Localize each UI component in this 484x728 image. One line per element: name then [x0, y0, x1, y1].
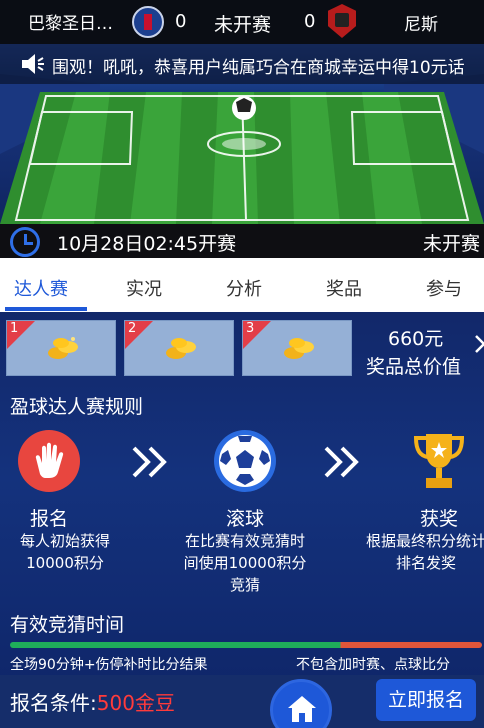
- desc-line: 在比赛有效竞猜时: [184, 532, 305, 550]
- signup-condition-label: 报名条件:: [10, 691, 97, 715]
- prize-total-amount: 660元: [388, 328, 444, 350]
- active-tab-indicator: [5, 307, 87, 311]
- prize-card-3[interactable]: 3: [242, 320, 352, 376]
- home-team-name[interactable]: 巴黎圣日…: [28, 9, 124, 34]
- rules-title: 盈球达人赛规则: [10, 396, 144, 418]
- hand-icon: [18, 430, 80, 492]
- contest-panel: 1 2 3 660元 奖品总价值 盈球达人赛规则 报名 每人初始获得 10000…: [0, 312, 484, 728]
- double-chevron-right-icon: [324, 446, 359, 478]
- desc-line: 竞猜: [229, 576, 260, 594]
- step-prize-title: 获奖: [419, 508, 458, 530]
- footer-bar: 报名条件:500金豆 立即报名: [0, 675, 484, 728]
- trophy-icon: [408, 430, 470, 492]
- match-page: 巴黎圣日… 0 未开赛 0 尼斯 围观！吼吼，恭喜用户纯属巧合在商城幸运中得10…: [0, 0, 484, 728]
- coin-stack-icon: [166, 338, 196, 359]
- valid-time-bar: [10, 642, 482, 648]
- home-button[interactable]: [270, 679, 332, 728]
- home-team-logo-icon[interactable]: [132, 6, 164, 38]
- prize-total-label: 奖品总价值: [366, 356, 462, 378]
- signup-cost: 500金豆: [96, 691, 175, 715]
- desc-line: 根据最终积分统计: [365, 532, 484, 550]
- tab-analysis[interactable]: 分析: [226, 275, 262, 301]
- desc-line: 间使用10000积分: [183, 554, 307, 572]
- speaker-icon: [22, 54, 44, 74]
- kickoff-time: 10月28日02:45开赛: [57, 233, 237, 255]
- home-score: 0: [175, 11, 187, 32]
- clock-icon: [10, 227, 40, 257]
- tab-bar: 达人赛 实况 分析 奖品 参与: [0, 258, 484, 312]
- rank-number: 3: [246, 321, 255, 336]
- double-chevron-right-icon: [132, 446, 167, 478]
- step-signup-desc: 每人初始获得 10000积分: [0, 530, 130, 574]
- score-bar: 巴黎圣日… 0 未开赛 0 尼斯: [0, 0, 484, 44]
- coin-stack-icon: [284, 338, 314, 359]
- desc-line: 排名发奖: [395, 554, 456, 572]
- tab-contest[interactable]: 达人赛: [14, 275, 68, 301]
- step-prize-desc: 根据最终积分统计 排名发奖: [358, 530, 484, 574]
- announcement-marquee[interactable]: 围观！吼吼，恭喜用户纯属巧合在商城幸运中得10元话: [0, 44, 484, 84]
- step-signup-title: 报名: [29, 508, 68, 530]
- register-button[interactable]: 立即报名: [376, 679, 476, 721]
- rank-number: 1: [10, 321, 19, 336]
- step-live-desc: 在比赛有效竞猜时 间使用10000积分 竞猜: [170, 530, 320, 596]
- chevron-right-icon[interactable]: [474, 334, 484, 354]
- valid-time-title: 有效竞猜时间: [10, 614, 125, 636]
- excluded-period-text: 不包含加时赛、点球比分: [296, 657, 450, 673]
- prize-card-2[interactable]: 2: [124, 320, 234, 376]
- rank-number: 2: [128, 321, 137, 336]
- match-time-bar: 10月28日02:45开赛 未开赛: [0, 224, 484, 258]
- away-score: 0: [304, 11, 316, 32]
- soccer-ball-icon: [214, 430, 276, 492]
- match-status: 未开赛: [214, 14, 272, 36]
- tab-prizes[interactable]: 奖品: [326, 275, 362, 301]
- away-team-logo-icon[interactable]: [328, 4, 356, 38]
- prize-card-1[interactable]: 1: [6, 320, 116, 376]
- desc-line: 每人初始获得: [19, 532, 110, 550]
- marquee-text: 围观！吼吼，恭喜用户纯属巧合在商城幸运中得10元话: [52, 58, 465, 78]
- step-live-title: 滚球: [225, 508, 264, 530]
- valid-period-text: 全场90分钟+伤停补时比分结果: [10, 657, 208, 673]
- signup-condition: 报名条件:500金豆: [10, 687, 175, 716]
- coin-stack-icon: [48, 337, 78, 359]
- desc-line: 10000积分: [26, 554, 104, 572]
- away-team-name[interactable]: 尼斯: [404, 10, 438, 35]
- home-icon: [288, 696, 316, 722]
- match-status-secondary: 未开赛: [422, 233, 480, 255]
- tab-live[interactable]: 实况: [126, 275, 162, 301]
- tab-participate[interactable]: 参与: [426, 275, 462, 301]
